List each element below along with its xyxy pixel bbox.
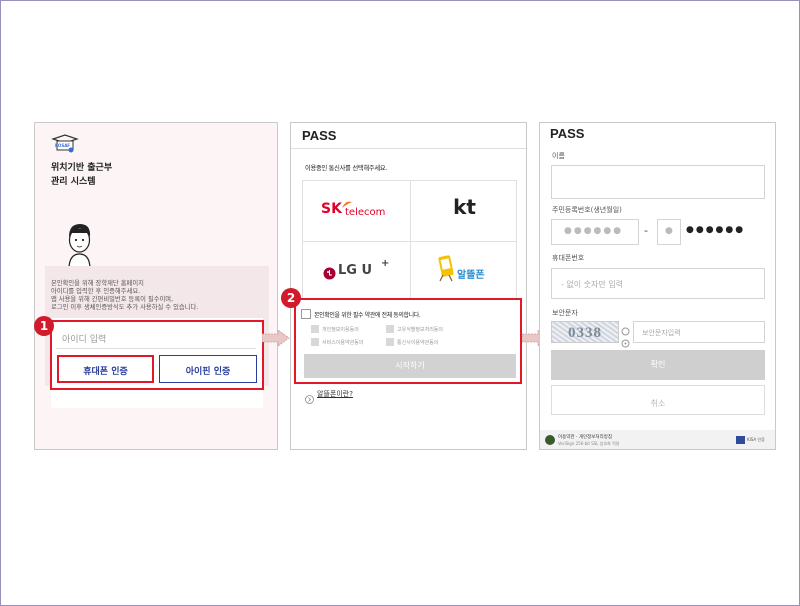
rrn-label: 주민등록번호(생년월일) xyxy=(552,206,622,214)
pass-identity-panel: PASS 이름 주민등록번호(생년월일) ●●●●●● - ● ●●●●●● 휴… xyxy=(539,122,776,450)
app-title-line2: 관리 시스템 xyxy=(51,177,96,187)
name-input[interactable] xyxy=(551,165,765,199)
captcha-label: 보안문자 xyxy=(552,309,578,317)
cancel-button[interactable]: 취소 xyxy=(551,385,765,415)
footer-org-text: KISA 인증 xyxy=(747,437,765,442)
confirm-button-label: 확인 xyxy=(650,360,666,369)
logo-text: KOSAF xyxy=(55,143,71,148)
phone-label: 휴대폰번호 xyxy=(552,254,585,262)
lg-logo-icon xyxy=(323,265,336,280)
header-divider xyxy=(291,148,526,149)
footer-ssl-text: VeriSign 256-bit SSL 암호화 적용 xyxy=(558,441,620,446)
carrier-instruction: 이용중인 통신사를 선택해주세요. xyxy=(305,165,388,172)
lgu-logo-text: LG U xyxy=(338,263,373,278)
pass-brand: PASS xyxy=(302,128,337,143)
mvno-phone-icon xyxy=(437,253,455,283)
captcha-image: 0338 xyxy=(551,321,619,343)
mvno-info-link[interactable]: 알뜰폰이란? xyxy=(317,389,353,399)
arrow-right-icon-1 xyxy=(261,329,290,347)
pass-brand-2: PASS xyxy=(550,126,585,141)
callout-2: 2 xyxy=(281,288,301,308)
login-app-panel: KOSAF 위치기반 출근부 관리 시스템 본인확인을 위해 장학재단 홈페이지… xyxy=(34,122,278,450)
footer-org-logo-icon xyxy=(736,436,745,444)
rrn-front-mask: ●●●●●● xyxy=(564,226,624,236)
phone-auth-button[interactable]: 휴대폰 인증 xyxy=(57,355,154,383)
captcha-placeholder: 보안문자입력 xyxy=(642,329,681,337)
captcha-text: 0338 xyxy=(568,325,602,341)
rrn-gender-input[interactable]: ● xyxy=(657,219,681,245)
sk-logo-text: SK xyxy=(321,201,342,217)
pass-carrier-panel: PASS 이용중인 통신사를 선택해주세요. SK telecom kt LG … xyxy=(290,122,527,450)
callout-1: 1 xyxy=(34,316,54,336)
captcha-audio-icon[interactable] xyxy=(621,333,630,348)
id-input-placeholder: 아이디 입력 xyxy=(62,335,107,345)
cancel-button-label: 취소 xyxy=(650,399,666,408)
carrier-option-lgu[interactable]: LG U + xyxy=(303,242,410,300)
confirm-button[interactable]: 확인 xyxy=(551,350,765,380)
lgu-plus-text: + xyxy=(381,258,390,269)
mvno-logo-text: 알뜰폰 xyxy=(457,270,485,281)
phone-placeholder: - 없이 숫자만 입력 xyxy=(561,280,624,289)
carrier-option-kt[interactable]: kt xyxy=(411,181,518,241)
carrier-option-sk[interactable]: SK telecom xyxy=(303,181,410,241)
name-label: 이름 xyxy=(552,152,565,160)
id-input[interactable]: 아이디 입력 xyxy=(56,327,256,349)
rrn-back-mask: ●●●●●● xyxy=(686,225,746,235)
ipin-auth-label: 아이핀 인증 xyxy=(185,367,231,377)
carrier-option-mvno[interactable]: 알뜰폰 xyxy=(411,242,518,300)
user-avatar-icon xyxy=(64,221,94,269)
ipin-auth-button[interactable]: 아이핀 인증 xyxy=(159,355,257,383)
carrier-grid: SK telecom kt LG U + 알뜰폰 xyxy=(302,180,517,300)
phone-auth-label: 휴대폰 인증 xyxy=(83,367,128,377)
rrn-front-input[interactable]: ●●●●●● xyxy=(551,219,639,245)
description-line4: 로그인 이후 생체인증방식도 추가 사용하실 수 있습니다. xyxy=(51,304,199,311)
sk-butterfly-icon xyxy=(341,195,353,208)
mvno-info-icon xyxy=(305,389,314,404)
footer-bar: 이용약관 · 개인정보처리방침 VeriSign 256-bit SSL 암호화… xyxy=(540,430,775,449)
app-title-line1: 위치기반 출근부 xyxy=(51,163,113,173)
sk-telecom-text: telecom xyxy=(345,207,386,218)
footer-badge-icon xyxy=(545,435,555,445)
rrn-gender-mask: ● xyxy=(665,226,673,236)
rrn-dash: - xyxy=(644,224,648,237)
phone-input[interactable]: - 없이 숫자만 입력 xyxy=(551,268,765,299)
captcha-input[interactable]: 보안문자입력 xyxy=(633,321,765,343)
kt-logo-text: kt xyxy=(453,195,476,219)
highlight-box-2 xyxy=(294,298,522,384)
captcha-refresh-icon[interactable] xyxy=(621,321,630,336)
footer-terms-text[interactable]: 이용약관 · 개인정보처리방침 xyxy=(558,434,612,440)
